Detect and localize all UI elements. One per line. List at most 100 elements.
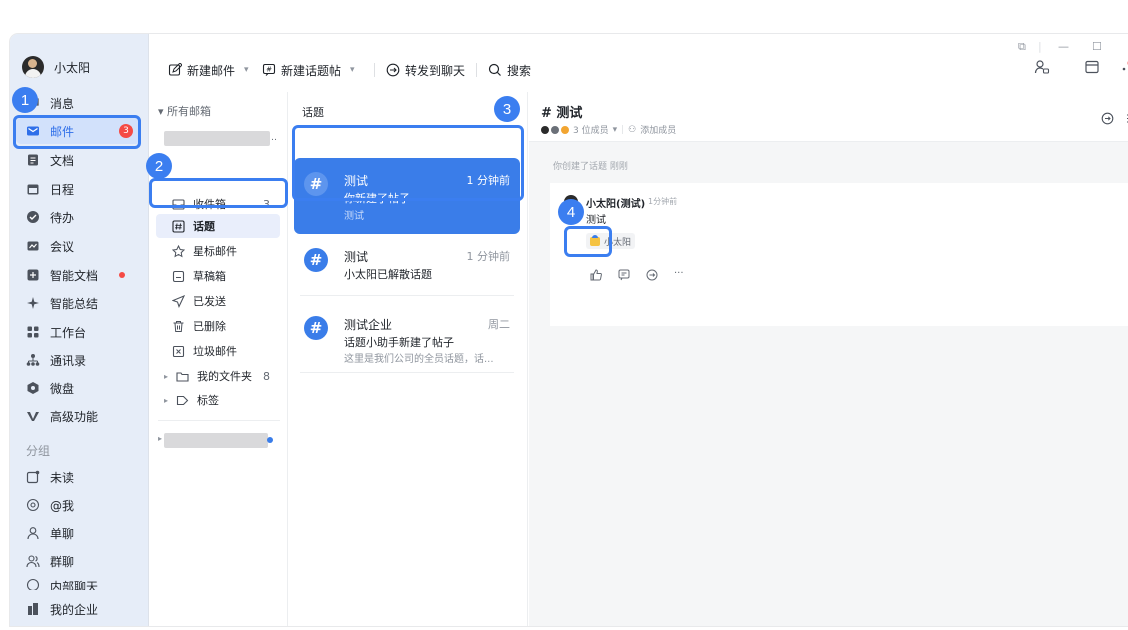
more-menu-icon[interactable] (1122, 59, 1128, 75)
building-icon (26, 602, 40, 616)
nav-my-enterprise[interactable]: 我的企业 (16, 596, 141, 622)
group-icon (26, 554, 40, 568)
nav-item-meeting[interactable]: 会议 (16, 233, 141, 259)
send-icon (172, 294, 185, 308)
nav-group-group-chat[interactable]: 群聊 (16, 548, 141, 574)
author-name[interactable]: 小太阳(测试) (586, 195, 645, 210)
hash-box-icon (172, 219, 185, 233)
member-avatar[interactable] (541, 125, 549, 134)
at-icon (26, 498, 40, 512)
nav-group-unread[interactable]: 未读 (16, 464, 141, 490)
second-account-placeholder[interactable] (164, 433, 268, 448)
new-mail-button[interactable]: 新建邮件 ▾ (168, 61, 249, 79)
folder-divider (158, 420, 280, 421)
topic-header-title: # 测试 (541, 106, 583, 121)
member-avatar[interactable] (561, 125, 569, 134)
unread-icon (26, 470, 40, 484)
folder-label: 已发送 (193, 295, 226, 308)
pin-window-icon[interactable]: ⧉ (1018, 40, 1026, 54)
folder-deleted[interactable]: 已删除 (156, 314, 280, 338)
highlight-reaction (564, 226, 612, 257)
highlight-topic-item (292, 125, 524, 201)
folder-drafts[interactable]: 草稿箱 (156, 264, 280, 288)
reply-icon[interactable] (646, 269, 658, 281)
nav-item-advanced[interactable]: 高级功能 (16, 403, 141, 429)
layout-icon[interactable] (1084, 59, 1100, 75)
mailbox-account-placeholder[interactable] (164, 131, 270, 146)
grid-icon (26, 325, 40, 339)
nav-item-label: 文档 (50, 153, 75, 168)
topic-item[interactable]: # 测试 1 分钟前 小太阳已解散话题 (294, 234, 520, 296)
maximize-icon[interactable]: ☐ (1092, 40, 1102, 53)
new-topic-label: 新建话题帖 (281, 63, 342, 78)
nav-item-label: 会议 (50, 239, 75, 254)
folder-tags[interactable]: ▸ 标签 (156, 388, 280, 412)
chevron-down-icon[interactable]: ▾ (350, 65, 355, 75)
spam-icon (172, 345, 185, 358)
draft-icon (172, 270, 185, 283)
topic-preview: 这里是我们公司的全员话题，话... (344, 354, 494, 365)
share-topic-icon[interactable] (1101, 112, 1114, 125)
member-avatar[interactable] (551, 125, 559, 134)
member-row: 3 位成员 ▾ | ⚇ 添加成员 (541, 123, 676, 136)
folder-topics[interactable]: 话题 (156, 214, 280, 238)
nav-item-contacts[interactable]: 通讯录 (16, 347, 141, 373)
post-card: 小太阳(测试) 1分钟前 测试 小太阳 ··· (550, 183, 1128, 326)
folder-starred[interactable]: 星标邮件 (156, 239, 280, 263)
chevron-down-icon[interactable]: ▾ (244, 65, 249, 75)
topic-time: 周二 (488, 318, 510, 331)
forward-to-chat-button[interactable]: 转发到聊天 (386, 61, 465, 79)
topic-preview: 测试 (344, 211, 364, 222)
topic-title: 测试企业 (344, 318, 393, 332)
nav-group-mentions[interactable]: @我 (16, 492, 141, 518)
nav-item-smart-docs[interactable]: 智能文档 (16, 262, 141, 288)
nav-item-workbench[interactable]: 工作台 (16, 319, 141, 345)
unread-dot (267, 437, 273, 443)
nav-item-label: 待办 (50, 210, 75, 225)
chevron-down-icon[interactable]: ▾ (613, 125, 618, 135)
topic-header: # 测试 3 位成员 ▾ | ⚇ 添加成员 (529, 92, 1128, 142)
disk-icon (26, 381, 40, 395)
comment-icon[interactable] (618, 269, 630, 281)
search-button[interactable]: 搜索 (488, 61, 531, 79)
add-member-icon[interactable]: ⚇ (628, 125, 636, 135)
search-icon (488, 63, 502, 77)
topic-title: 测试 (344, 250, 369, 264)
chevron-right-icon[interactable]: ▸ (164, 396, 168, 405)
nav-item-label: 日程 (50, 182, 75, 197)
nav-item-calendar[interactable]: 日程 (16, 176, 141, 202)
member-count[interactable]: 3 位成员 (573, 123, 609, 136)
nav-item-smart-summary[interactable]: 智能总结 (16, 290, 141, 316)
folder-my-folders[interactable]: ▸ 我的文件夹 8 (156, 364, 280, 388)
toolbar-divider (374, 63, 375, 77)
all-mailboxes-toggle[interactable]: ▾ 所有邮箱 (158, 103, 211, 119)
folder-spam[interactable]: 垃圾邮件 (156, 339, 280, 363)
check-circle-icon (26, 210, 40, 224)
chevron-right-icon[interactable]: ▸ (164, 372, 168, 381)
topic-item[interactable]: # 测试企业 周二 话题小助手新建了帖子 这里是我们公司的全员话题，话... (294, 302, 520, 370)
nav-item-label: 我的企业 (50, 602, 99, 617)
nav-item-docs[interactable]: 文档 (16, 147, 141, 173)
user-profile[interactable]: 小太阳 (22, 56, 90, 78)
minimize-icon[interactable]: — (1058, 40, 1069, 53)
add-member-button[interactable]: 添加成员 (640, 123, 676, 136)
forward-icon (386, 63, 400, 77)
search-label: 搜索 (507, 63, 532, 78)
nav-group-single-chat[interactable]: 单聊 (16, 520, 141, 546)
topic-divider (300, 372, 514, 373)
callout-badge: 1 (12, 87, 38, 113)
new-topic-button[interactable]: # 新建话题帖 ▾ (262, 61, 355, 79)
nav-group-internal-chat[interactable]: 内部聊天 (16, 578, 141, 590)
chevron-right-icon[interactable]: ▸ (158, 434, 162, 443)
folder-sent[interactable]: 已发送 (156, 289, 280, 313)
callout-badge: 4 (558, 199, 584, 225)
profile-name: 小太阳 (54, 60, 91, 75)
like-icon[interactable] (590, 269, 602, 281)
contacts-settings-icon[interactable] (1034, 59, 1050, 75)
nav-item-todo[interactable]: 待办 (16, 204, 141, 230)
account-more-icon[interactable]: ‥ (271, 133, 277, 143)
avatar[interactable] (22, 56, 44, 78)
nav-item-drive[interactable]: 微盘 (16, 375, 141, 401)
more-actions-icon[interactable]: ··· (674, 269, 684, 281)
folder-label: 星标邮件 (193, 245, 237, 258)
